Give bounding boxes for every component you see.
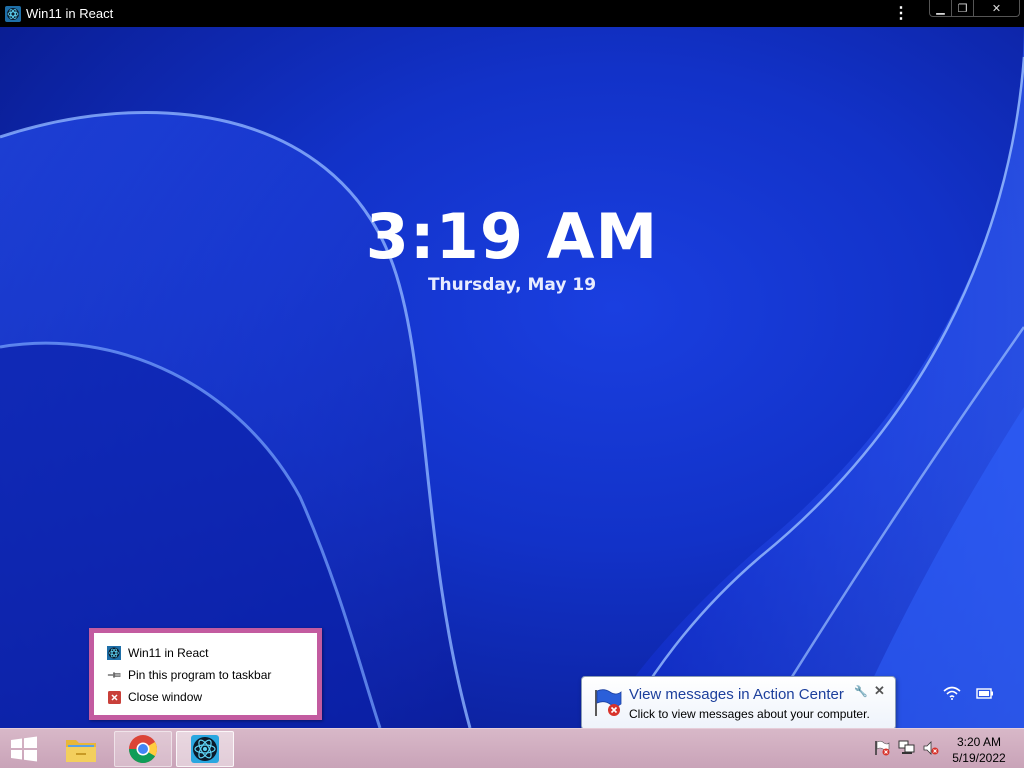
jump-list-item-app[interactable]: Win11 in React (94, 642, 317, 664)
window-controls: ▁ ❐ ✕ (929, 0, 1020, 17)
chrome-icon (129, 735, 157, 763)
lock-screen-date: Thursday, May 19 (427, 275, 597, 295)
taskbar-clock[interactable]: 3:20 AM 5/19/2022 (940, 734, 1018, 766)
kebab-icon[interactable]: ⋮ (893, 5, 909, 23)
react-app-icon (107, 646, 121, 660)
action-center-flag-icon (595, 689, 622, 716)
notification-title: View messages in Action Center (629, 686, 844, 703)
notification-text: Click to view messages about your comput… (629, 707, 870, 721)
taskbar-app-chrome[interactable] (114, 731, 172, 767)
windows-start-icon[interactable] (9, 736, 39, 762)
jump-list-item-label: Win11 in React (128, 646, 209, 660)
taskbar (0, 728, 1024, 768)
jump-list-item-label: Pin this program to taskbar (128, 668, 272, 682)
wifi-icon[interactable] (943, 686, 961, 700)
lock-screen-time: 3:19 AM (365, 200, 659, 273)
taskbar-app-win11-react[interactable] (176, 731, 234, 767)
wrench-icon[interactable]: 🔧 (854, 685, 868, 698)
folder-icon (66, 740, 96, 762)
taskbar-app-file-explorer[interactable] (52, 731, 110, 767)
react-app-icon (191, 735, 219, 763)
jump-list-item-label: Close window (128, 690, 203, 704)
lock-screen-wallpaper[interactable]: 3:19 AM Thursday, May 19 (0, 27, 1024, 728)
taskbar-clock-time: 3:20 AM (956, 735, 1002, 749)
taskbar-clock-date: 5/19/2022 (952, 751, 1006, 765)
network-icon[interactable] (898, 740, 916, 756)
pin-icon (107, 668, 121, 682)
close-window-icon (107, 690, 121, 704)
bloom-wallpaper (0, 27, 1024, 728)
window-title-bar: Win11 in React ⋮ ▁ ❐ ✕ (0, 0, 1024, 27)
battery-icon[interactable] (976, 687, 994, 699)
close-icon[interactable]: ✕ (974, 0, 1019, 16)
window-title: Win11 in React (26, 6, 114, 21)
action-center-tray-icon[interactable] (873, 740, 891, 756)
jump-list-item-pin[interactable]: Pin this program to taskbar (94, 664, 317, 686)
notification-close-icon[interactable]: ✕ (874, 683, 885, 699)
jump-list-item-close[interactable]: Close window (94, 686, 317, 708)
action-center-notification[interactable]: View messages in Action Center Click to … (581, 676, 896, 730)
volume-muted-icon[interactable] (922, 740, 940, 756)
taskbar-jump-list: Win11 in React Pin this program to taskb… (89, 628, 322, 720)
minimize-icon[interactable]: ▁ (930, 0, 952, 16)
restore-icon[interactable]: ❐ (952, 0, 974, 16)
react-app-icon (5, 5, 21, 22)
